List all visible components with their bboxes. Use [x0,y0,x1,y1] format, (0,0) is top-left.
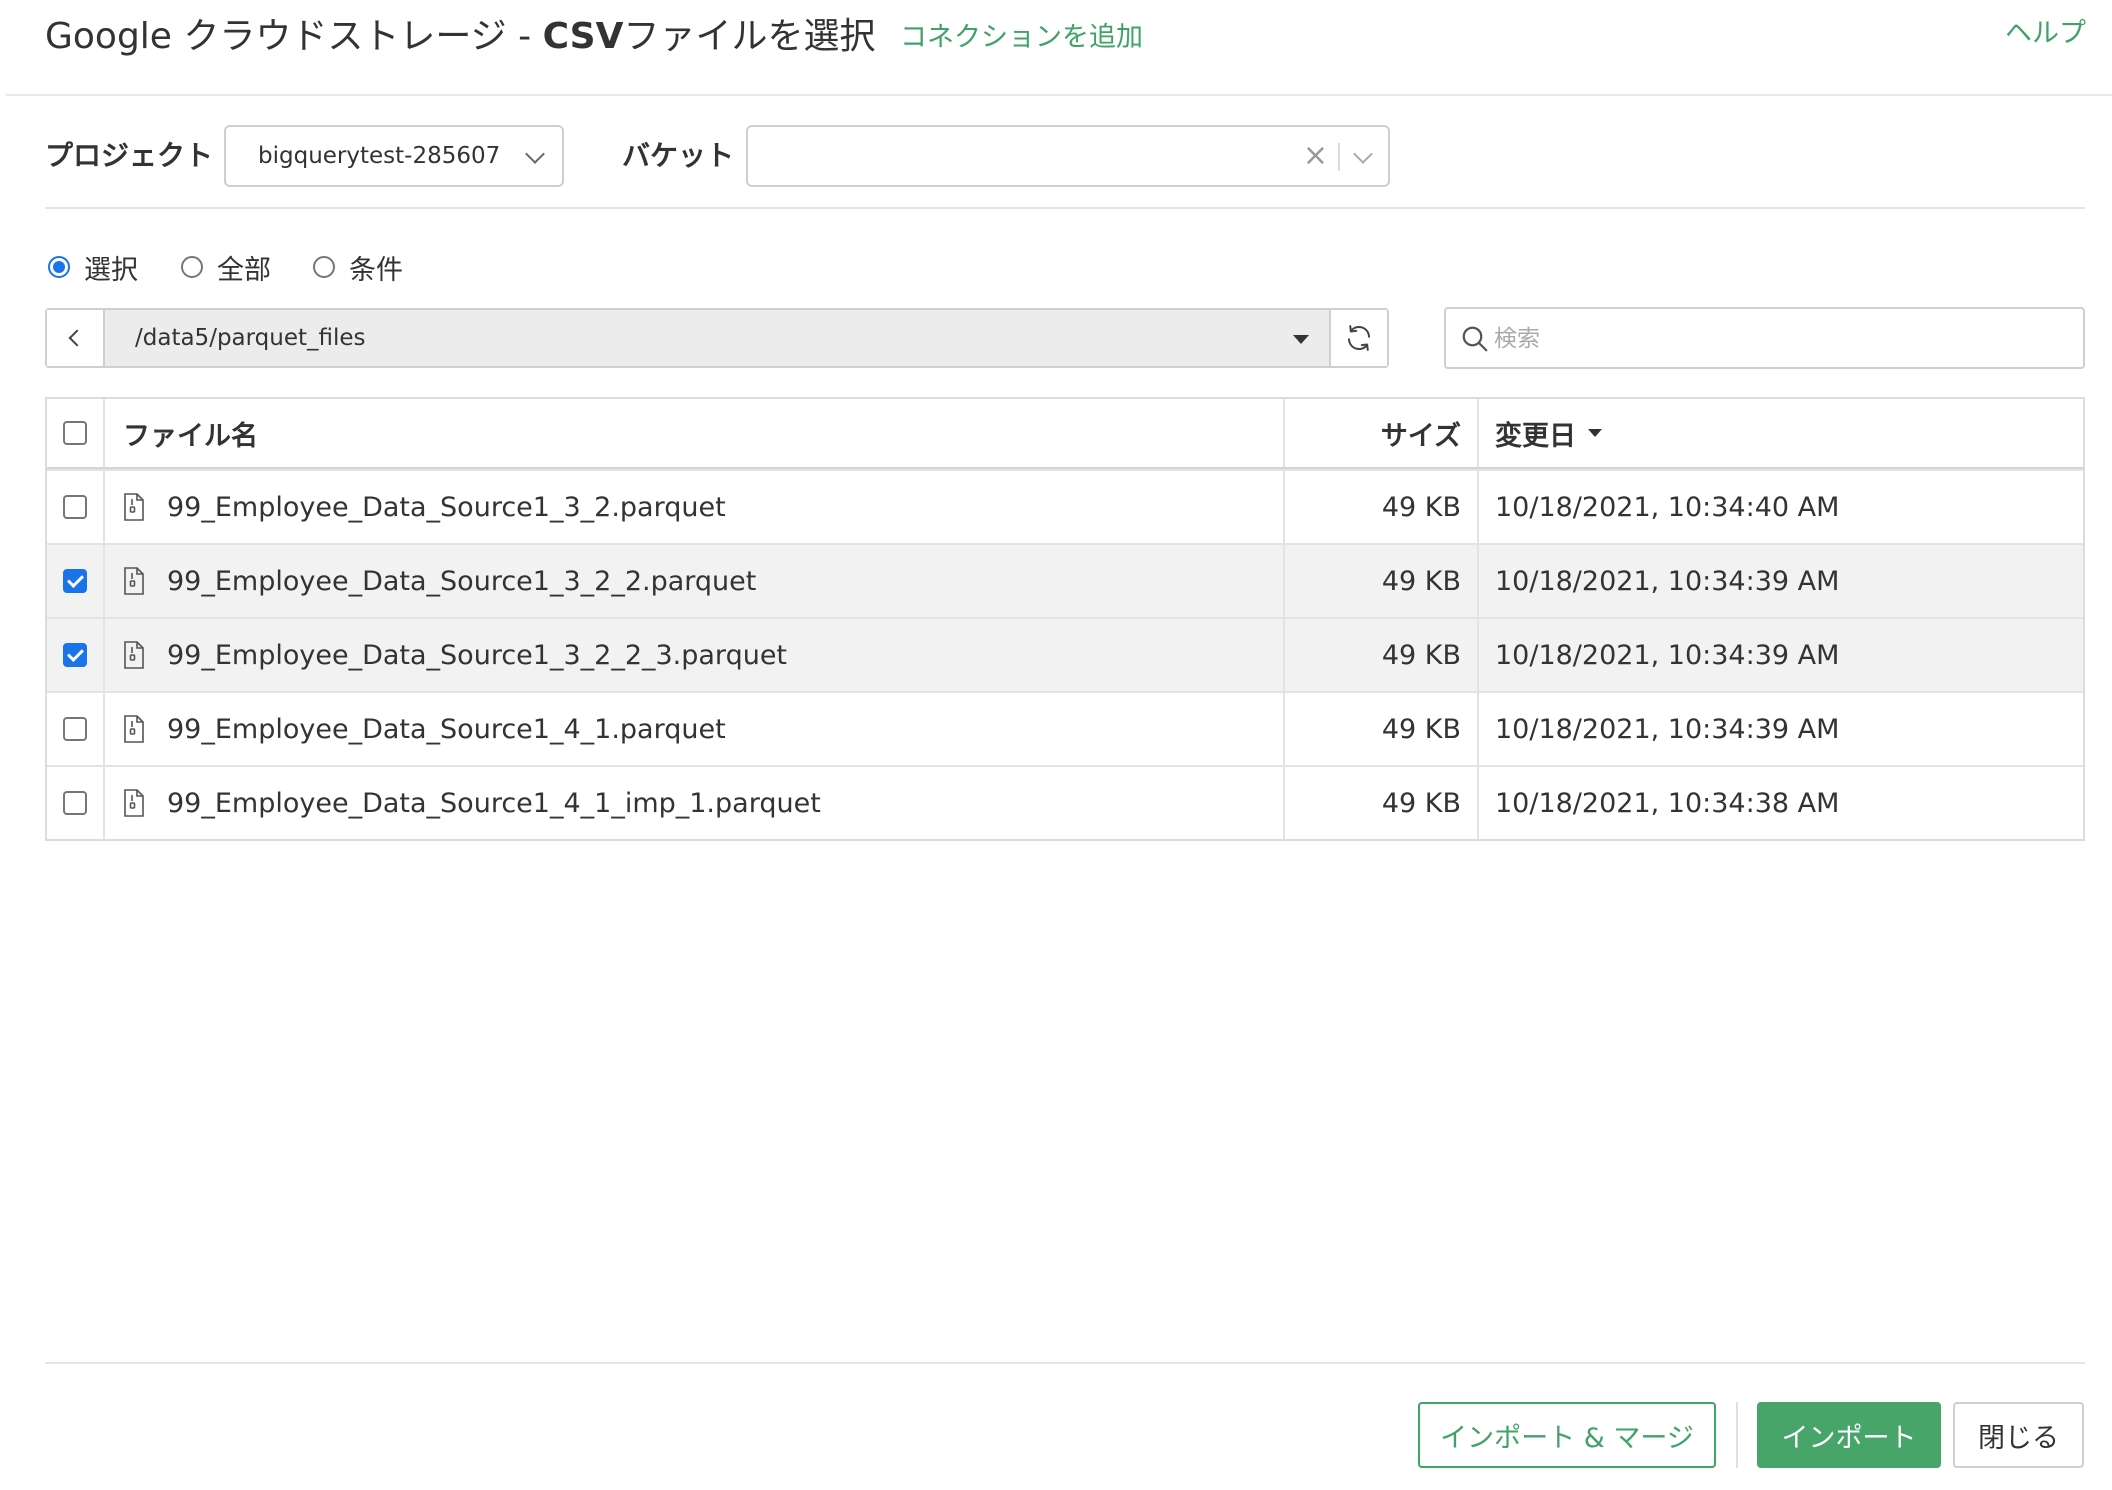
sort-desc-icon [1588,429,1602,437]
bucket-label: バケット [622,139,735,172]
row-name-cell: 99_Employee_Data_Source1_4_1_imp_1.parqu… [105,767,1285,839]
chevron-down-icon[interactable] [1353,144,1373,164]
file-size: 49 KB [1285,767,1479,839]
file-name: 99_Employee_Data_Source1_3_2_2_3.parquet [167,639,788,671]
chevron-left-icon [68,329,86,347]
clear-icon[interactable]: × [1303,127,1328,185]
mode-radio-label: 選択 [84,254,138,286]
file-date: 10/18/2021, 10:34:38 AM [1495,787,1840,819]
dialog-title-suffix: ファイルを選択 [623,16,876,57]
column-header-date[interactable]: 変更日 [1479,399,2083,467]
refresh-icon [1348,325,1370,351]
file-zip-icon [124,567,144,595]
column-header-date-label: 変更日 [1495,420,1576,452]
row-checkbox[interactable] [63,643,87,667]
search-input[interactable] [1492,313,2076,365]
search-icon [1462,326,1488,352]
row-name-cell: 99_Employee_Data_Source1_4_1.parquet [105,693,1285,765]
import-button[interactable]: インポート [1757,1402,1941,1468]
footer-divider [45,1362,2085,1364]
bucket-select[interactable]: × [746,125,1390,187]
row-name-cell: 99_Employee_Data_Source1_3_2.parquet [105,471,1285,543]
file-zip-icon [124,493,144,521]
caret-down-icon[interactable] [1293,335,1309,344]
row-checkbox[interactable] [63,495,87,519]
row-checkbox-cell [47,471,105,543]
footer-button-separator [1736,1402,1738,1468]
search-box[interactable] [1444,307,2085,369]
file-zip-icon [124,715,144,743]
dialog-title-bold: CSV [542,16,624,57]
file-size: 49 KB [1285,693,1479,765]
bucket-select-separator [1338,143,1340,171]
mode-radio-label: 条件 [349,254,403,286]
project-select[interactable]: bigquerytest-285607 [224,125,564,187]
row-checkbox[interactable] [63,569,87,593]
row-checkbox-cell [47,693,105,765]
path-value: /data5/parquet_files [135,325,366,351]
row-name-cell: 99_Employee_Data_Source1_3_2_2.parquet [105,545,1285,617]
select-all-checkbox[interactable] [63,421,87,445]
import-merge-button[interactable]: インポート & マージ [1418,1402,1716,1468]
file-name: 99_Employee_Data_Source1_4_1.parquet [167,713,726,745]
file-date: 10/18/2021, 10:34:39 AM [1495,639,1840,671]
column-header-name[interactable]: ファイル名 [105,399,1285,467]
column-header-size[interactable]: サイズ [1285,399,1479,467]
file-zip-icon [124,789,144,817]
add-connection-link[interactable]: コネクションを追加 [900,18,1143,58]
table-row[interactable]: 99_Employee_Data_Source1_3_2_2.parquet 4… [47,543,2083,617]
mode-radio-condition[interactable]: 条件 [313,247,403,287]
help-link[interactable]: ヘルプ [2005,14,2086,54]
radio-dot[interactable] [181,256,203,278]
path-bar[interactable]: /data5/parquet_files [45,308,1389,368]
refresh-button[interactable] [1329,310,1387,366]
table-header: ファイル名 サイズ 変更日 [47,399,2083,469]
table-row[interactable]: 99_Employee_Data_Source1_4_1_imp_1.parqu… [47,765,2083,839]
file-size: 49 KB [1285,471,1479,543]
table-row[interactable]: 99_Employee_Data_Source1_3_2_2_3.parquet… [47,617,2083,691]
file-name: 99_Employee_Data_Source1_3_2_2.parquet [167,565,757,597]
file-zip-icon [124,641,144,669]
back-button[interactable] [47,310,105,366]
project-select-value: bigquerytest-285607 [258,143,501,169]
mode-radio-all[interactable]: 全部 [181,247,271,287]
file-date: 10/18/2021, 10:34:40 AM [1495,491,1840,523]
file-table: ファイル名 サイズ 変更日 99_Employee_Data_Source1_3… [45,397,2085,841]
row-checkbox[interactable] [63,717,87,741]
file-name: 99_Employee_Data_Source1_3_2.parquet [167,491,726,523]
mode-radio-label: 全部 [217,254,271,286]
table-row[interactable]: 99_Employee_Data_Source1_4_1.parquet 49 … [47,691,2083,765]
row-checkbox-cell [47,619,105,691]
radio-dot[interactable] [313,256,335,278]
header-divider [6,94,2112,96]
header-checkbox-cell [47,399,105,467]
dialog-title-prefix: Google クラウドストレージ - [45,16,543,57]
row-checkbox[interactable] [63,791,87,815]
project-label: プロジェクト [45,139,214,172]
file-size: 49 KB [1285,619,1479,691]
chevron-down-icon [525,144,545,164]
row-checkbox-cell [47,767,105,839]
radio-dot[interactable] [48,256,70,278]
row-checkbox-cell [47,545,105,617]
mode-radio-select[interactable]: 選択 [48,247,138,287]
file-date: 10/18/2021, 10:34:39 AM [1495,713,1840,745]
row-name-cell: 99_Employee_Data_Source1_3_2_2_3.parquet [105,619,1285,691]
close-button[interactable]: 閉じる [1953,1402,2084,1468]
file-size: 49 KB [1285,545,1479,617]
file-date: 10/18/2021, 10:34:39 AM [1495,565,1840,597]
table-row[interactable]: 99_Employee_Data_Source1_3_2.parquet 49 … [47,469,2083,543]
section-divider [45,207,2085,209]
file-name: 99_Employee_Data_Source1_4_1_imp_1.parqu… [167,787,821,819]
dialog-title: Google クラウドストレージ - CSVファイルを選択 [45,12,875,62]
